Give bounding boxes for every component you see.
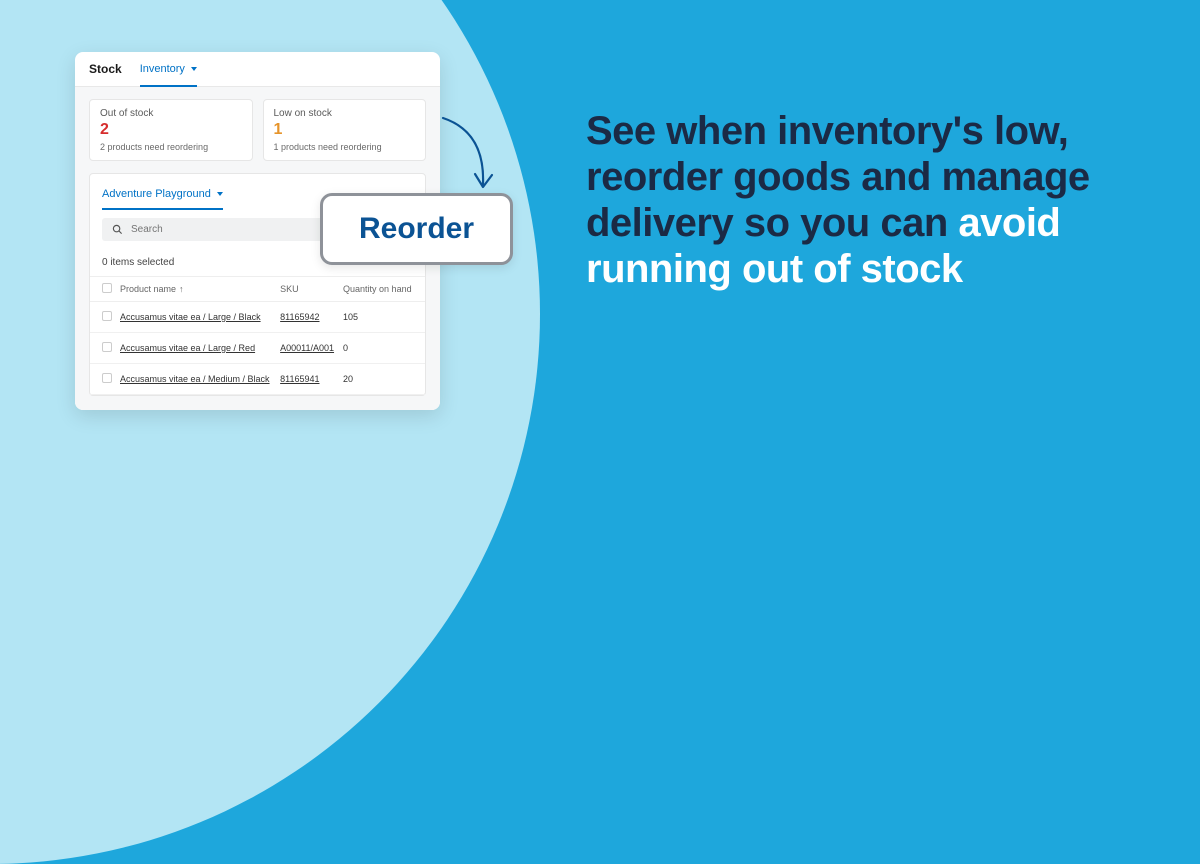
card-title: Out of stock: [100, 108, 242, 119]
tab-inventory[interactable]: Inventory: [140, 63, 197, 87]
page-title: Stock: [89, 62, 122, 76]
card-subtext: 1 products need reordering: [274, 142, 416, 152]
card-title: Low on stock: [274, 108, 416, 119]
col-quantity[interactable]: Quantity on hand: [339, 277, 425, 302]
products-table: Product name↑ SKU Quantity on hand Accus…: [90, 276, 425, 395]
sort-ascending-icon: ↑: [179, 284, 184, 294]
chevron-down-icon: [191, 67, 197, 71]
reorder-button[interactable]: Reorder: [320, 193, 513, 265]
quantity-value: 0: [339, 333, 425, 364]
callout-arrow-icon: [435, 112, 505, 202]
product-name-link[interactable]: Accusamus vitae ea / Medium / Black: [116, 364, 276, 395]
reorder-label: Reorder: [359, 212, 474, 245]
card-subtext: 2 products need reordering: [100, 142, 242, 152]
card-low-on-stock[interactable]: Low on stock 1 1 products need reorderin…: [263, 99, 427, 161]
sku-link[interactable]: A00011/A001: [276, 333, 339, 364]
table-row[interactable]: Accusamus vitae ea / Medium / Black 8116…: [90, 364, 425, 395]
search-icon: [112, 224, 123, 235]
table-row[interactable]: Accusamus vitae ea / Large / Black 81165…: [90, 302, 425, 333]
sku-link[interactable]: 81165941: [276, 364, 339, 395]
select-all-checkbox[interactable]: [102, 283, 112, 293]
row-checkbox[interactable]: [102, 311, 112, 321]
row-checkbox[interactable]: [102, 342, 112, 352]
quantity-value: 105: [339, 302, 425, 333]
card-count: 1: [274, 121, 416, 139]
topbar: Stock Inventory: [75, 52, 440, 87]
row-checkbox[interactable]: [102, 373, 112, 383]
sku-link[interactable]: 81165942: [276, 302, 339, 333]
product-name-link[interactable]: Accusamus vitae ea / Large / Red: [116, 333, 276, 364]
quantity-value: 20: [339, 364, 425, 395]
product-name-link[interactable]: Accusamus vitae ea / Large / Black: [116, 302, 276, 333]
marketing-headline: See when inventory's low, reorder goods …: [586, 108, 1161, 292]
filter-dropdown[interactable]: Adventure Playground: [102, 188, 223, 210]
tab-label: Inventory: [140, 63, 185, 75]
filter-label: Adventure Playground: [102, 188, 211, 200]
summary-cards: Out of stock 2 2 products need reorderin…: [75, 87, 440, 173]
col-sku[interactable]: SKU: [276, 277, 339, 302]
card-count: 2: [100, 121, 242, 139]
col-product-name[interactable]: Product name↑: [116, 277, 276, 302]
chevron-down-icon: [217, 192, 223, 196]
card-out-of-stock[interactable]: Out of stock 2 2 products need reorderin…: [89, 99, 253, 161]
table-row[interactable]: Accusamus vitae ea / Large / Red A00011/…: [90, 333, 425, 364]
